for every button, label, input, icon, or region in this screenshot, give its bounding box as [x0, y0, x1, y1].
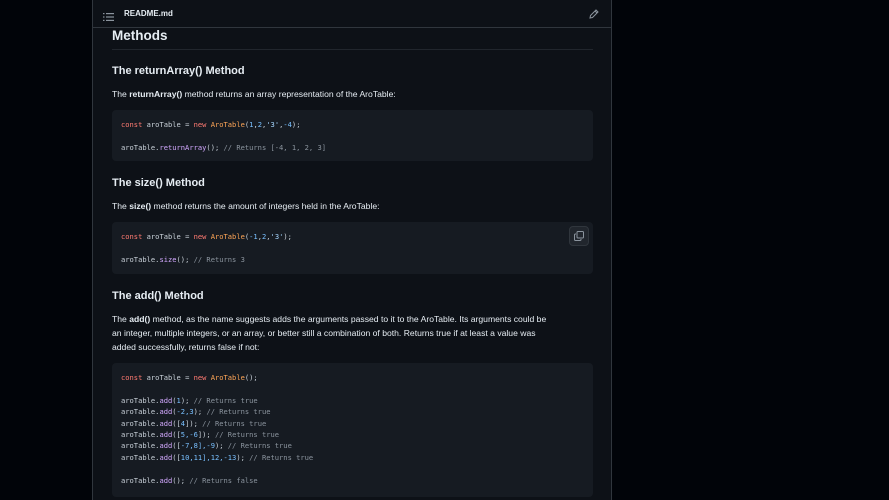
copy-icon: [574, 231, 584, 241]
size-heading: The size() Method: [112, 177, 205, 189]
returnarray-code-block: const aroTable = new AroTable(1,2,'3',-4…: [112, 110, 593, 161]
edit-file-button[interactable]: [587, 7, 601, 21]
file-name: README.md: [124, 9, 173, 18]
list-unordered-icon[interactable]: [103, 9, 115, 21]
add-heading: The add() Method: [112, 290, 204, 302]
add-description: The add() method, as the name suggests a…: [112, 314, 547, 352]
returnarray-heading: The returnArray() Method: [112, 65, 245, 77]
pencil-icon: [589, 8, 599, 19]
methods-heading: Methods: [112, 28, 593, 50]
file-header: README.md: [93, 0, 611, 28]
size-code-block: const aroTable = new AroTable(-1,2,'3');…: [112, 222, 593, 274]
copy-code-button[interactable]: [569, 226, 589, 246]
size-description: The size() method returns the amount of …: [112, 201, 380, 211]
readme-content: Methods The returnArray() Method The ret…: [93, 28, 611, 497]
readme-panel: README.md Methods The returnArray() Meth…: [92, 0, 612, 500]
add-code-block: const aroTable = new AroTable(); aroTabl…: [112, 363, 593, 497]
returnarray-description: The returnArray() method returns an arra…: [112, 89, 396, 99]
